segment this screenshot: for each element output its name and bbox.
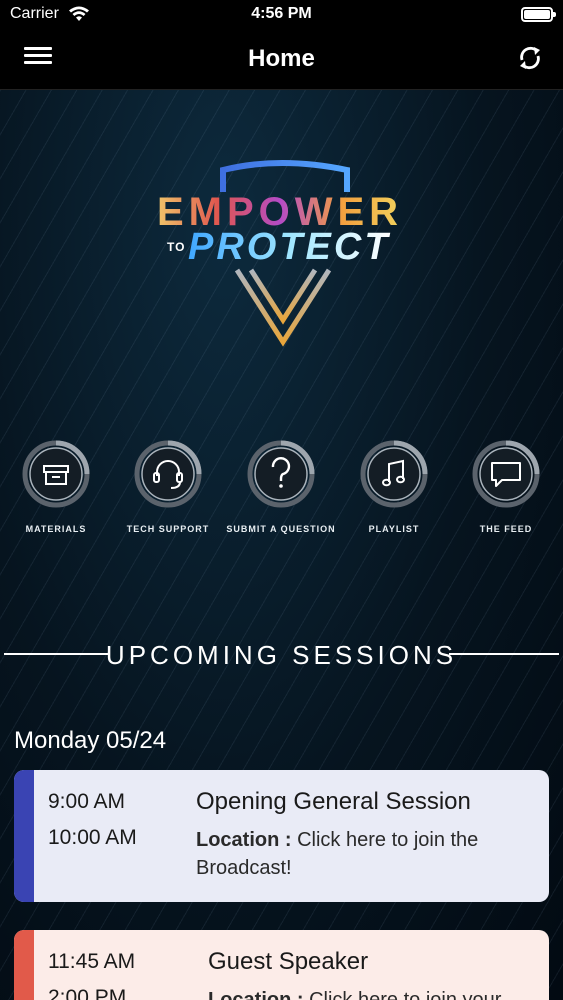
session-start-time: 9:00 AM: [48, 790, 126, 813]
location-link[interactable]: Click here to join your: [304, 989, 501, 1000]
refresh-icon[interactable]: [515, 42, 545, 74]
empower-to-protect-logo: EMPOWER TO PROTECT: [155, 158, 405, 358]
location-label: Location :: [208, 989, 304, 1000]
session-end-time: 2:00 PM: [48, 986, 127, 1000]
status-bar: Carrier 4:56 PM: [0, 0, 563, 30]
basket-icon: [22, 440, 90, 508]
session-card[interactable]: 9:00 AM 10:00 AM Opening General Session…: [14, 770, 549, 902]
the-feed-button[interactable]: THE FEED: [450, 440, 562, 534]
session-accent-bar: [14, 930, 34, 1000]
location-label: Location :: [196, 829, 292, 851]
quick-actions: MATERIALS TECH SUPPORT SUBMIT A QUESTION…: [0, 440, 563, 540]
submit-question-label: SUBMIT A QUESTION: [226, 524, 336, 534]
session-end-time: 10:00 AM: [48, 826, 137, 849]
session-start-time: 11:45 AM: [48, 950, 136, 973]
materials-label: MATERIALS: [25, 524, 87, 534]
upcoming-sessions-header: UPCOMING SESSIONS: [0, 638, 563, 670]
music-note-icon: [360, 440, 428, 508]
session-location[interactable]: Location : Click here to join your: [208, 986, 538, 1000]
the-feed-label: THE FEED: [479, 524, 533, 534]
nav-bar: Home: [0, 30, 563, 90]
submit-question-button[interactable]: SUBMIT A QUESTION: [225, 440, 337, 534]
playlist-label: PLAYLIST: [368, 524, 420, 534]
section-title: UPCOMING SESSIONS: [105, 640, 458, 670]
question-icon: [247, 440, 315, 508]
tech-support-button[interactable]: TECH SUPPORT: [112, 440, 224, 534]
home-content: EMPOWER TO PROTECT MATERIALS TECH SUPPOR…: [0, 90, 563, 1000]
day-label: Monday 05/24: [14, 727, 167, 754]
tech-support-label: TECH SUPPORT: [126, 524, 210, 534]
session-card[interactable]: 11:45 AM 2:00 PM Guest Speaker Location …: [14, 930, 549, 1000]
session-accent-bar: [14, 770, 34, 902]
headset-icon: [134, 440, 202, 508]
materials-button[interactable]: MATERIALS: [0, 440, 112, 534]
divider-right: [449, 653, 559, 655]
status-time: 4:56 PM: [251, 5, 312, 22]
battery-icon: [521, 7, 556, 22]
session-title: Opening General Session: [196, 788, 471, 815]
session-location[interactable]: Location : Click here to join the Broadc…: [196, 826, 526, 882]
logo-to-text: TO: [167, 240, 186, 254]
chat-bubble-icon: [472, 440, 540, 508]
logo-protect-text: PROTECT: [188, 226, 391, 268]
page-title: Home: [248, 45, 315, 72]
session-title: Guest Speaker: [208, 948, 369, 975]
playlist-button[interactable]: PLAYLIST: [338, 440, 450, 534]
